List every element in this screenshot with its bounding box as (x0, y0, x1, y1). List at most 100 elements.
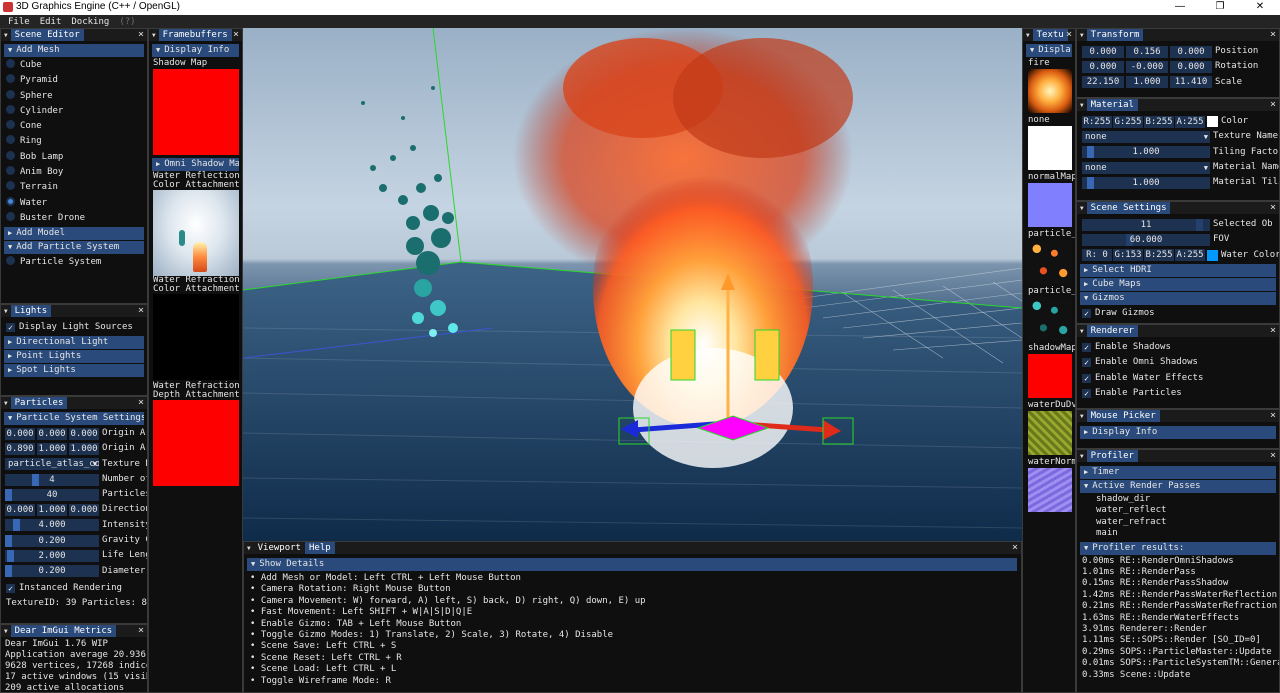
lights-title[interactable]: Lights (10, 305, 52, 317)
mesh-radio-bob-lamp[interactable]: Bob Lamp (1, 150, 147, 165)
menu-help[interactable]: (?) (119, 17, 135, 27)
particle-atlas-teal-texture[interactable] (1028, 297, 1072, 341)
position-x-field[interactable]: 0.000 (1082, 45, 1124, 58)
particle-settings-header[interactable]: ▼ Particle System Settings (4, 412, 144, 425)
slider-grab[interactable] (1087, 146, 1095, 159)
mesh-radio-terrain[interactable]: Terrain (1, 180, 147, 195)
number-slider[interactable]: 4 (5, 473, 99, 486)
fb-display-info-header[interactable]: ▼ Display Info (152, 44, 239, 57)
tab-viewport[interactable]: Viewport (254, 542, 305, 554)
slider-grab[interactable] (6, 550, 14, 563)
renderer-option-checkbox[interactable]: ✓ Enable Shadows (1077, 340, 1279, 355)
renderer-option-checkbox[interactable]: ✓ Enable Omni Shadows (1077, 355, 1279, 370)
direction-z-field[interactable]: 0.000 (69, 504, 99, 517)
menu-docking[interactable]: Docking (71, 17, 109, 27)
tiling-factor-slider[interactable]: 1.000 (1082, 146, 1210, 159)
close-icon[interactable]: × (1270, 29, 1276, 41)
selected-object-slider[interactable]: 11 (1082, 218, 1210, 231)
omni-shadow-map-header[interactable]: ▶ Omni Shadow Map (152, 158, 239, 171)
close-icon[interactable]: × (1270, 410, 1276, 422)
directional-light-header[interactable]: ▶ Directional Light (4, 336, 144, 350)
water-color-swatch[interactable] (1207, 249, 1218, 261)
timer-header[interactable]: ▶ Timer (1080, 466, 1276, 479)
material-name-select[interactable]: none ▼ (1082, 161, 1210, 174)
mesh-radio-buster-drone[interactable]: Buster Drone (1, 211, 147, 226)
profiler-title[interactable]: Profiler (1086, 450, 1138, 462)
particles-count-slider[interactable]: 40 (5, 488, 99, 501)
renderer-title[interactable]: Renderer (1086, 325, 1138, 337)
water-dudv-texture[interactable] (1028, 411, 1072, 455)
mesh-radio-sphere[interactable]: Sphere (1, 89, 147, 104)
texture-select[interactable]: particle_atlas_co ▼ (5, 458, 99, 471)
close-icon[interactable]: × (1012, 542, 1018, 554)
water-color-b-field[interactable]: B:255 (1144, 249, 1174, 262)
close-icon[interactable]: × (138, 397, 144, 409)
scale-y-field[interactable]: 1.000 (1126, 76, 1168, 89)
water-color-r-field[interactable]: R: 0 (1082, 249, 1112, 262)
close-icon[interactable]: × (1270, 99, 1276, 111)
mesh-radio-anim-boy[interactable]: Anim Boy (1, 165, 147, 180)
rotation-x-field[interactable]: 0.000 (1082, 60, 1124, 73)
active-passes-header[interactable]: ▼ Active Render Passes (1080, 480, 1276, 493)
add-particle-header[interactable]: ▼ Add Particle System (4, 241, 144, 255)
scene-settings-title[interactable]: Scene Settings (1086, 202, 1171, 214)
slider-grab[interactable] (1087, 176, 1095, 189)
slider-grab[interactable] (13, 519, 21, 532)
cube-maps-header[interactable]: ▶ Cube Maps (1080, 277, 1276, 291)
transform-title[interactable]: Transform (1086, 29, 1144, 41)
scale-z-field[interactable]: 11.410 (1170, 76, 1212, 89)
close-icon[interactable]: × (138, 305, 144, 317)
tab-help[interactable]: Help (304, 542, 335, 554)
add-mesh-header[interactable]: ▼ Add Mesh (4, 44, 144, 57)
rotation-z-field[interactable]: 0.000 (1170, 60, 1212, 73)
close-window-button[interactable]: ✕ (1240, 0, 1280, 15)
water-normal-texture[interactable] (1028, 468, 1072, 512)
metrics-title[interactable]: Dear ImGui Metrics (10, 625, 117, 637)
select-hdri-header[interactable]: ▶ Select HDRI (1080, 263, 1276, 277)
profiler-results-header[interactable]: ▼ Profiler results: (1080, 541, 1276, 555)
color-r-field[interactable]: R:255 (1082, 115, 1112, 128)
close-icon[interactable]: × (1270, 450, 1276, 462)
slider-grab[interactable] (32, 473, 40, 486)
mouse-picker-title[interactable]: Mouse Picker (1086, 410, 1160, 422)
close-icon[interactable]: × (138, 625, 144, 637)
slider-grab[interactable] (1195, 218, 1203, 231)
close-icon[interactable]: × (233, 29, 239, 41)
origin-a-x-field[interactable]: 0.000 (5, 427, 35, 440)
color-swatch[interactable] (1207, 116, 1218, 128)
draw-gizmos-checkbox[interactable]: ✓ Draw Gizmos (1077, 306, 1279, 321)
mouse-picker-display-info-header[interactable]: ▶ Display Info (1080, 426, 1276, 439)
origin-a-y-field[interactable]: 0.000 (37, 427, 67, 440)
slider-grab[interactable] (5, 565, 12, 578)
renderer-option-checkbox[interactable]: ✓ Enable Water Effects (1077, 371, 1279, 386)
close-icon[interactable]: × (138, 29, 144, 41)
origin-b-x-field[interactable]: 0.890 (5, 442, 35, 455)
water-color-a-field[interactable]: A:255 (1175, 249, 1205, 262)
scale-x-field[interactable]: 22.150 (1082, 76, 1124, 89)
position-z-field[interactable]: 0.000 (1170, 45, 1212, 58)
gizmos-header[interactable]: ▼ Gizmos (1080, 291, 1276, 305)
add-model-header[interactable]: ▶ Add Model (4, 227, 144, 241)
shadow-map-texture[interactable] (1028, 354, 1072, 398)
display-light-sources-checkbox[interactable]: ✓ Display Light Sources (1, 320, 147, 335)
mesh-radio-pyramid[interactable]: Pyramid (1, 73, 147, 88)
origin-a-z-field[interactable]: 0.000 (69, 427, 99, 440)
close-icon[interactable]: × (1270, 202, 1276, 214)
mesh-radio-cylinder[interactable]: Cylinder (1, 104, 147, 119)
material-tiling-slider[interactable]: 1.000 (1082, 176, 1210, 189)
instanced-rendering-checkbox[interactable]: ✓ Instanced Rendering (1, 581, 147, 596)
menu-file[interactable]: File (8, 17, 30, 27)
fire-texture[interactable] (1028, 69, 1072, 113)
maximize-button[interactable]: ❐ (1200, 0, 1240, 15)
life-slider[interactable]: 2.000 (5, 550, 99, 563)
slider-grab[interactable] (5, 488, 12, 501)
spot-lights-header[interactable]: ▶ Spot Lights (4, 364, 144, 378)
particle-atlas-fire-texture[interactable] (1028, 240, 1072, 284)
particles-title[interactable]: Particles (10, 397, 68, 409)
point-lights-header[interactable]: ▶ Point Lights (4, 350, 144, 364)
particle-system-radio[interactable]: Particle System (1, 255, 147, 270)
gravity-slider[interactable]: 0.200 (5, 534, 99, 547)
close-icon[interactable]: × (1270, 325, 1276, 337)
viewport-3d-scene[interactable] (243, 28, 1022, 541)
framebuffers-title[interactable]: Framebuffers (158, 29, 232, 41)
